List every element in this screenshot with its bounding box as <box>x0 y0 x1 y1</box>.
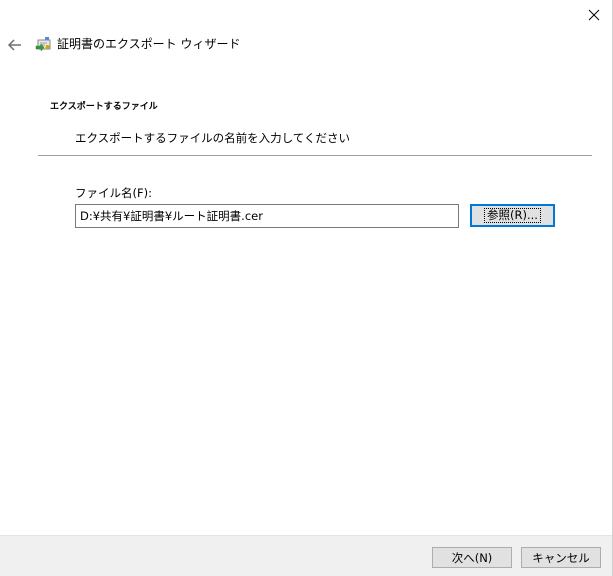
file-name-input[interactable] <box>75 204 459 228</box>
back-button[interactable] <box>4 34 26 56</box>
back-arrow-icon <box>8 39 21 51</box>
close-icon <box>588 9 600 21</box>
wizard-footer: 次へ(N) キャンセル <box>0 535 612 576</box>
page-heading: エクスポートするファイル <box>50 102 158 112</box>
file-name-label: ファイル名(F): <box>75 186 152 200</box>
browse-button[interactable]: 参照(R)... <box>470 204 555 227</box>
page-subheading: エクスポートするファイルの名前を入力してください <box>75 131 350 145</box>
close-button[interactable] <box>576 0 612 30</box>
certificate-wizard-icon <box>35 37 51 52</box>
cancel-button[interactable]: キャンセル <box>521 547 601 568</box>
wizard-window: 証明書のエクスポート ウィザード エクスポートするファイル エクスポートするファ… <box>0 0 613 576</box>
browse-button-label: 参照(R)... <box>484 208 541 223</box>
header-divider <box>38 155 592 156</box>
next-button[interactable]: 次へ(N) <box>432 547 512 568</box>
wizard-title: 証明書のエクスポート ウィザード <box>57 37 241 51</box>
